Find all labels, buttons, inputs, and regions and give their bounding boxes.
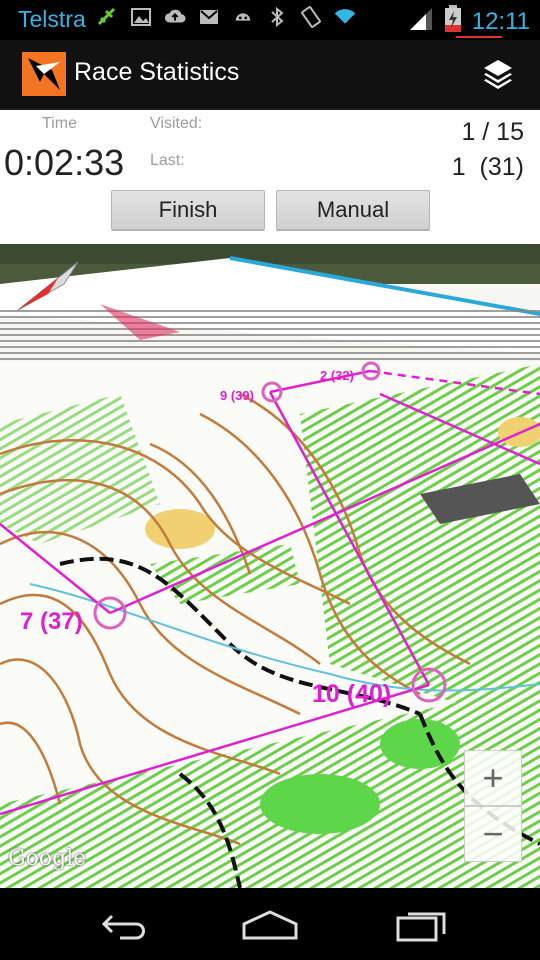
last-value: 1 (31)	[451, 153, 524, 181]
zoom-in-button[interactable]: +	[464, 750, 522, 806]
orienteering-map	[0, 244, 540, 888]
manual-button[interactable]: Manual	[276, 190, 430, 230]
notification-icons	[96, 6, 356, 28]
status-bar: Telstra 12:11	[0, 0, 540, 40]
control-label: 7 (37)	[20, 608, 83, 635]
visited-label: Visited:	[150, 115, 203, 132]
usb-icon	[96, 6, 118, 28]
time-value: 0:02:33	[4, 142, 125, 183]
image-icon	[130, 6, 152, 28]
battery-icon	[444, 5, 462, 38]
back-icon[interactable]	[90, 906, 150, 942]
rotate-icon	[300, 6, 322, 28]
last-label: Last:	[150, 152, 185, 169]
map-view[interactable]: 7 (37) 10 (40) 9 (39) 2 (32) + − Google	[0, 244, 540, 888]
google-attribution: Google	[8, 846, 87, 871]
home-icon[interactable]	[240, 906, 300, 942]
navigation-bar	[0, 888, 540, 960]
wifi-icon	[334, 6, 356, 28]
status-right: 12:11	[408, 5, 530, 38]
gmail-icon	[198, 6, 220, 28]
action-bar: Race Statistics	[0, 40, 540, 110]
page-title: Race Statistics	[74, 58, 240, 86]
zoom-out-button[interactable]: −	[464, 806, 522, 862]
stats-panel: Time 0:02:33 Visited: 1 / 15 Last: 1 (31…	[0, 110, 540, 244]
visited-value: 1 / 15	[461, 118, 524, 146]
carrier-name: Telstra	[18, 6, 86, 32]
android-icon	[232, 6, 254, 28]
control-label: 10 (40)	[312, 680, 392, 708]
signal-icon	[408, 6, 434, 37]
upload-icon	[164, 6, 186, 28]
app-logo-icon[interactable]	[22, 52, 66, 96]
control-label: 9 (39)	[220, 388, 254, 403]
time-underline	[456, 36, 502, 38]
time-label: Time	[42, 115, 77, 132]
finish-button[interactable]: Finish	[111, 190, 265, 230]
control-label: 2 (32)	[320, 368, 354, 383]
recents-icon[interactable]	[392, 906, 452, 942]
bluetooth-icon	[266, 6, 288, 28]
layers-icon[interactable]	[478, 54, 518, 94]
clock: 12:11	[471, 7, 530, 35]
